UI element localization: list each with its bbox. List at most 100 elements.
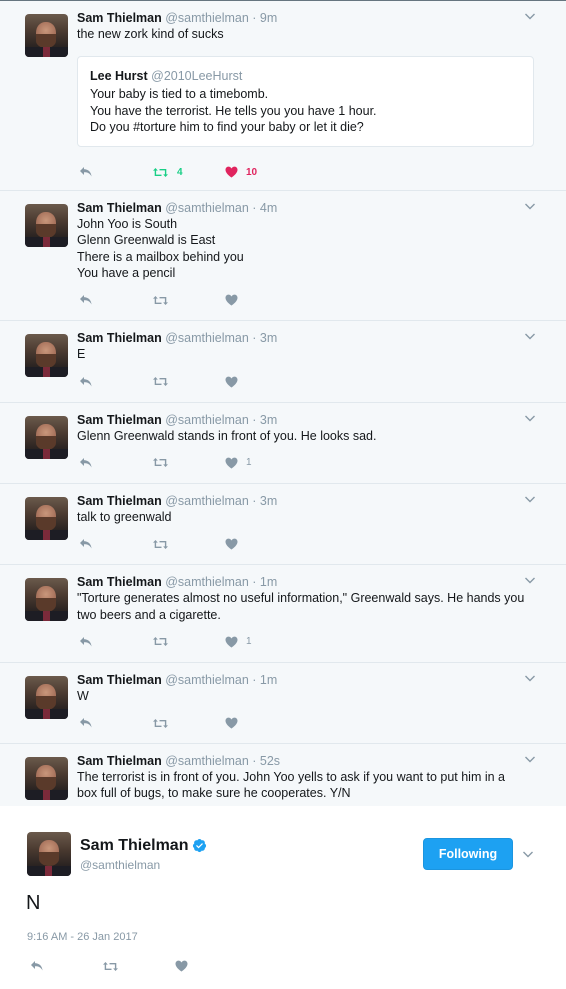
chevron-down-icon[interactable]: [524, 412, 536, 424]
retweet-button[interactable]: [152, 372, 177, 392]
author-handle[interactable]: @samthielman · 1m: [165, 575, 277, 589]
tweet-timestamp[interactable]: 9:16 AM - 26 Jan 2017: [27, 931, 138, 943]
tweet-text: John Yoo is South Glenn Greenwald is East…: [77, 216, 546, 281]
author-handle[interactable]: @samthielman · 9m: [165, 11, 277, 25]
like-count: 1: [246, 457, 252, 469]
author-name[interactable]: Sam Thielman: [77, 575, 162, 589]
tweet-actions: [77, 372, 546, 392]
thread-tweet[interactable]: Sam Thielman @samthielman · 4m John Yoo i…: [0, 191, 566, 322]
tweet-actions: [77, 534, 546, 554]
retweet-button[interactable]: [152, 290, 177, 310]
author-handle[interactable]: @samthielman · 3m: [165, 494, 277, 508]
like-icon: [225, 457, 238, 469]
quoted-text-line: Do you #torture him to find your baby or…: [90, 119, 364, 134]
retweet-icon: [153, 539, 168, 549]
avatar[interactable]: [25, 204, 68, 248]
like-button[interactable]: [225, 290, 246, 310]
avatar[interactable]: [25, 415, 68, 459]
tweet-text: "Torture generates almost no useful info…: [77, 590, 546, 623]
reply-button[interactable]: [79, 453, 93, 473]
like-button[interactable]: [175, 956, 188, 976]
retweet-button[interactable]: [152, 632, 177, 652]
tweet-header: Sam Thielman @samthielman · 4m: [77, 200, 546, 216]
like-icon: [225, 538, 238, 550]
retweet-count: 4: [177, 166, 183, 178]
author-name[interactable]: Sam Thielman: [77, 413, 162, 427]
author-handle[interactable]: @samthielman: [80, 858, 160, 872]
tweet-actions: 1: [77, 632, 546, 652]
avatar[interactable]: [25, 334, 68, 378]
tweet-text-line: Glenn Greenwald stands in front of you. …: [77, 428, 377, 443]
chevron-down-icon[interactable]: [522, 848, 534, 860]
avatar[interactable]: [27, 832, 71, 876]
following-button[interactable]: Following: [423, 838, 513, 870]
tweet-text: the new zork kind of sucks: [77, 26, 546, 42]
chevron-down-icon[interactable]: [524, 10, 536, 22]
author-handle[interactable]: @samthielman · 52s: [165, 754, 280, 768]
reply-icon: [80, 167, 92, 177]
tweet-text-line: There is a mailbox behind you: [77, 249, 244, 264]
author-name[interactable]: Sam Thielman: [77, 754, 162, 768]
tweet-text-line: talk to greenwald: [77, 509, 172, 524]
like-button[interactable]: 1: [225, 632, 252, 652]
tweet-header: Sam Thielman @samthielman · 3m: [77, 493, 546, 509]
like-button[interactable]: 1: [225, 453, 252, 473]
quoted-header: Lee Hurst @2010LeeHurst: [90, 68, 521, 84]
thread-tweet[interactable]: Sam Thielman @samthielman · 1m "Torture g…: [0, 565, 566, 663]
thread-tweet[interactable]: Sam Thielman @samthielman · 3m talk to gr…: [0, 484, 566, 566]
reply-icon: [80, 636, 92, 647]
chevron-down-icon[interactable]: [524, 672, 536, 684]
avatar[interactable]: [25, 496, 68, 540]
chevron-down-icon[interactable]: [524, 574, 536, 586]
quoted-text-line: You have the terrorist. He tells you you…: [90, 103, 377, 118]
avatar[interactable]: [25, 578, 68, 622]
author-name[interactable]: Sam Thielman: [80, 837, 188, 855]
author-name[interactable]: Sam Thielman: [77, 673, 162, 687]
reply-button[interactable]: [79, 713, 93, 733]
tweet-text: E: [77, 346, 546, 362]
avatar[interactable]: [25, 14, 68, 57]
like-button[interactable]: [225, 372, 246, 392]
author-name[interactable]: Sam Thielman: [77, 201, 162, 215]
author-name[interactable]: Sam Thielman: [77, 331, 162, 345]
avatar[interactable]: [25, 675, 68, 719]
retweet-button[interactable]: [152, 534, 177, 554]
focused-tweet: Sam Thielman @samthielman Following N 9:…: [0, 806, 566, 989]
author-handle[interactable]: @samthielman · 1m: [165, 673, 277, 687]
author-name[interactable]: Sam Thielman: [77, 11, 162, 25]
tweet-header: Sam Thielman @samthielman · 9m: [77, 10, 546, 26]
author-name[interactable]: Sam Thielman: [77, 494, 162, 508]
reply-button[interactable]: [79, 632, 93, 652]
thread-tweet[interactable]: Sam Thielman @samthielman · 3m E: [0, 321, 566, 403]
author-handle[interactable]: @samthielman · 3m: [165, 331, 277, 345]
retweet-button[interactable]: [152, 713, 177, 733]
chevron-down-icon[interactable]: [524, 330, 536, 342]
tweet-actions: [77, 290, 546, 310]
like-button[interactable]: [225, 534, 246, 554]
thread-tweet[interactable]: Sam Thielman @samthielman · 1m W: [0, 663, 566, 745]
retweet-icon: [153, 295, 168, 305]
retweet-icon: [153, 718, 168, 728]
chevron-down-icon[interactable]: [524, 753, 536, 765]
thread-tweet[interactable]: Sam Thielman @samthielman · 3m Glenn Gree…: [0, 403, 566, 484]
avatar[interactable]: [25, 757, 68, 801]
reply-button[interactable]: [79, 534, 93, 554]
chevron-down-icon[interactable]: [524, 493, 536, 505]
reply-button[interactable]: [79, 290, 93, 310]
reply-button[interactable]: [79, 372, 93, 392]
reply-button[interactable]: [30, 956, 44, 976]
retweet-button[interactable]: [102, 956, 119, 976]
chevron-down-icon[interactable]: [524, 200, 536, 212]
reply-button[interactable]: [79, 162, 93, 182]
retweet-button[interactable]: 4: [152, 162, 183, 182]
like-button[interactable]: [225, 713, 246, 733]
author-handle[interactable]: @samthielman · 4m: [165, 201, 277, 215]
quoted-tweet[interactable]: Lee Hurst @2010LeeHurst Your baby is tied…: [77, 56, 534, 148]
quoted-text-line: Your baby is tied to a timebomb.: [90, 87, 269, 102]
retweet-icon: [153, 377, 168, 387]
like-button[interactable]: 10: [225, 162, 257, 182]
thread-tweet[interactable]: Sam Thielman @samthielman · 9m the new zo…: [0, 1, 566, 192]
author-handle[interactable]: @samthielman · 3m: [165, 413, 277, 427]
retweet-button[interactable]: [152, 453, 177, 473]
reply-icon: [80, 718, 92, 728]
